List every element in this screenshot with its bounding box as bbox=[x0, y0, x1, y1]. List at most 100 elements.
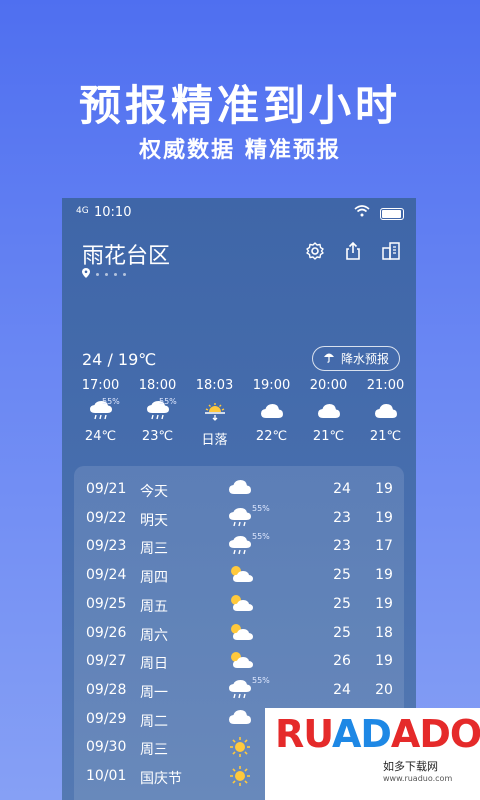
status-bar: 4G 10:10 bbox=[72, 204, 406, 224]
daily-row[interactable]: 09/28 周一 55% 24 20 bbox=[74, 675, 404, 705]
daily-weekday: 今天 bbox=[140, 484, 168, 500]
daily-row[interactable]: 09/24 周四 25 19 bbox=[74, 562, 404, 590]
daily-low-temp: 20 bbox=[375, 681, 393, 698]
hourly-time: 18:03 bbox=[195, 378, 234, 393]
daily-high-temp: 23 bbox=[333, 509, 351, 526]
hourly-item: 18:03 日落 bbox=[186, 378, 243, 448]
hourly-time: 21:00 bbox=[366, 378, 405, 393]
cloud-icon bbox=[228, 478, 254, 500]
page-indicator bbox=[82, 268, 126, 281]
battery-icon bbox=[380, 208, 404, 220]
daily-date: 09/26 bbox=[86, 624, 127, 641]
rain-cloud-icon bbox=[228, 507, 254, 529]
daily-weekday: 周一 bbox=[140, 684, 168, 701]
rain-forecast-label: 降水预报 bbox=[340, 352, 389, 366]
daily-low-temp: 17 bbox=[375, 538, 393, 555]
hourly-item: 17:00 55% 24℃ bbox=[72, 378, 129, 448]
hourly-temp: 日落 bbox=[201, 433, 228, 448]
daily-low-temp: 19 bbox=[375, 567, 393, 584]
hourly-time: 19:00 bbox=[252, 378, 291, 393]
daily-weekday: 国庆节 bbox=[140, 771, 182, 787]
daily-row[interactable]: 09/21 今天 24 19 bbox=[74, 476, 404, 504]
daily-date: 09/22 bbox=[86, 509, 127, 526]
partly-cloudy-icon bbox=[228, 593, 254, 615]
daily-row[interactable]: 09/22 明天 55% 23 19 bbox=[74, 503, 404, 533]
daily-weekday: 周四 bbox=[140, 570, 168, 587]
page-dot bbox=[123, 273, 126, 276]
rain-forecast-button[interactable]: 降水预报 bbox=[311, 346, 400, 371]
page-dot bbox=[105, 273, 108, 276]
cloud-icon bbox=[228, 708, 254, 730]
daily-date: 09/23 bbox=[86, 538, 127, 555]
sun-icon bbox=[228, 765, 254, 787]
rain-cloud-icon bbox=[228, 535, 254, 557]
wifi-icon bbox=[354, 205, 370, 220]
daily-weekday: 周日 bbox=[140, 656, 168, 673]
daily-low-temp: 19 bbox=[375, 509, 393, 526]
daily-low-temp: 18 bbox=[375, 624, 393, 641]
daily-date: 09/25 bbox=[86, 595, 127, 612]
today-temp-range: 24 / 19℃ bbox=[82, 350, 157, 369]
watermark-logo: RUADADO 如多下载网 www.ruaduo.com bbox=[265, 708, 480, 800]
partly-cloudy-icon bbox=[228, 650, 254, 672]
hourly-temp: 24℃ bbox=[84, 429, 117, 444]
city-name[interactable]: 雨花台区 bbox=[82, 238, 170, 270]
share-icon[interactable] bbox=[342, 240, 364, 262]
hourly-time: 17:00 bbox=[81, 378, 120, 393]
hourly-precip-percent: 55% bbox=[159, 397, 177, 406]
cloud-icon bbox=[243, 399, 300, 423]
daily-date: 09/27 bbox=[86, 653, 127, 670]
daily-date: 09/21 bbox=[86, 481, 127, 497]
daily-high-temp: 26 bbox=[333, 653, 351, 670]
daily-high-temp: 25 bbox=[333, 567, 351, 584]
daily-high-temp: 24 bbox=[333, 681, 351, 698]
daily-high-temp: 23 bbox=[333, 538, 351, 555]
settings-gear-icon[interactable] bbox=[304, 240, 326, 262]
partly-cloudy-icon bbox=[228, 564, 254, 586]
daily-high-temp: 25 bbox=[333, 595, 351, 612]
daily-low-temp: 19 bbox=[375, 481, 393, 497]
cloud-icon bbox=[300, 399, 357, 423]
signal-indicator: 4G bbox=[76, 206, 89, 216]
page-dot bbox=[114, 273, 117, 276]
partly-cloudy-icon bbox=[228, 622, 254, 644]
promo-headline: 预报精准到小时 bbox=[78, 81, 401, 130]
watermark-url: www.ruaduo.com bbox=[383, 774, 453, 783]
hourly-temp: 21℃ bbox=[369, 429, 402, 444]
daily-weekday: 周三 bbox=[140, 742, 168, 759]
umbrella-icon bbox=[323, 351, 335, 366]
hourly-temp: 22℃ bbox=[255, 429, 288, 444]
daily-date: 09/29 bbox=[86, 710, 127, 727]
daily-precip-percent: 55% bbox=[252, 675, 270, 685]
daily-low-temp: 19 bbox=[375, 595, 393, 612]
daily-weekday: 明天 bbox=[140, 512, 168, 529]
location-pin-icon bbox=[82, 268, 90, 281]
status-time: 10:10 bbox=[94, 205, 132, 220]
hourly-temp: 23℃ bbox=[141, 429, 174, 444]
hourly-forecast: 17:00 55% 24℃ 18:00 55% 23℃ 18:03 日落 19:00 22℃ 20:… bbox=[72, 378, 416, 448]
daily-weekday: 周二 bbox=[140, 713, 168, 730]
hourly-item: 18:00 55% 23℃ bbox=[129, 378, 186, 448]
daily-low-temp: 19 bbox=[375, 653, 393, 670]
hourly-time: 18:00 bbox=[138, 378, 177, 393]
daily-weekday: 周五 bbox=[140, 598, 168, 615]
sunset-icon bbox=[186, 399, 243, 423]
top-actions bbox=[304, 240, 402, 262]
cloud-icon bbox=[357, 399, 414, 423]
hourly-item: 21:00 21℃ bbox=[357, 378, 414, 448]
hourly-time: 20:00 bbox=[309, 378, 348, 393]
daily-precip-percent: 55% bbox=[252, 503, 270, 513]
daily-weekday: 周三 bbox=[140, 541, 168, 558]
daily-date: 10/01 bbox=[86, 768, 127, 784]
daily-row[interactable]: 09/25 周五 25 19 bbox=[74, 591, 404, 619]
hourly-item: 20:00 21℃ bbox=[300, 378, 357, 448]
daily-high-temp: 24 bbox=[333, 481, 351, 497]
daily-date: 09/24 bbox=[86, 567, 127, 584]
daily-row[interactable]: 09/26 周六 25 18 bbox=[74, 620, 404, 648]
daily-row[interactable]: 09/23 周三 55% 23 17 bbox=[74, 532, 404, 561]
rain-cloud-icon: 55% bbox=[72, 397, 129, 423]
hourly-precip-percent: 55% bbox=[102, 397, 120, 406]
daily-row[interactable]: 09/27 周日 26 19 bbox=[74, 648, 404, 676]
city-list-icon[interactable] bbox=[380, 240, 402, 262]
daily-weekday: 周六 bbox=[140, 627, 168, 644]
